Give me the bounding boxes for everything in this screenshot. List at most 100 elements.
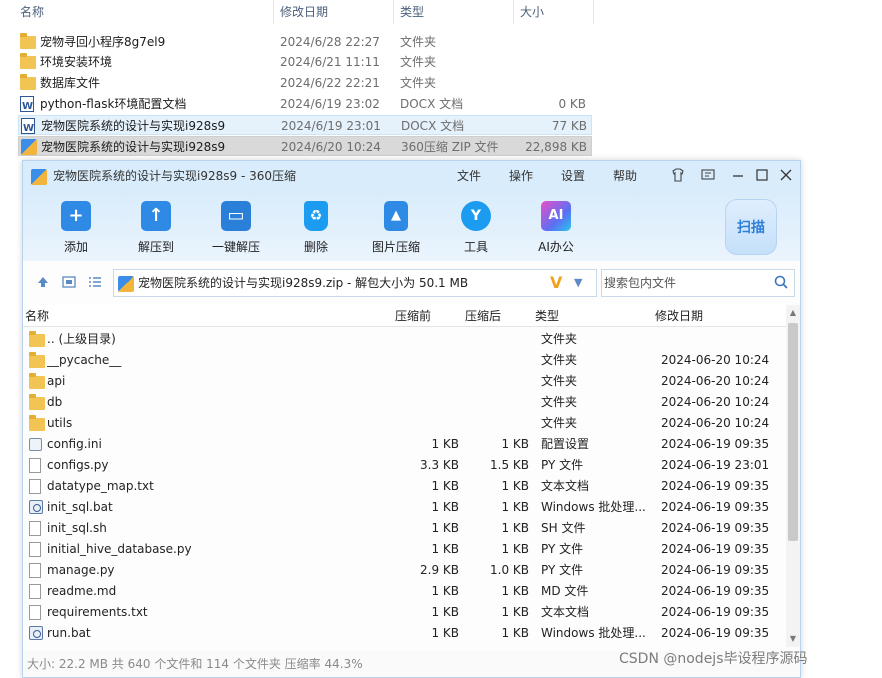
search-placeholder: 搜索包内文件 xyxy=(604,276,677,290)
folder-icon xyxy=(29,415,45,431)
archive-row[interactable]: initial_hive_database.py 1 KB 1 KB PY 文件 202… xyxy=(23,539,786,560)
column-type[interactable]: 类型 xyxy=(394,0,514,24)
folder-icon xyxy=(20,33,36,50)
minimize-icon[interactable] xyxy=(729,167,747,185)
file-type: PY 文件 xyxy=(541,542,584,556)
add-label: 添加 xyxy=(63,240,88,254)
file-type: 文件夹 xyxy=(541,395,578,409)
maximize-icon[interactable] xyxy=(753,167,771,185)
file-date: 2024/6/20 10:24 xyxy=(281,140,381,154)
config-file-icon xyxy=(29,437,43,452)
file-type: 360压缩 ZIP 文件 xyxy=(401,140,499,154)
vertical-scrollbar[interactable]: ▲ ▼ xyxy=(786,305,800,647)
file-name: init_sql.bat xyxy=(47,500,113,514)
column-type[interactable]: 类型 xyxy=(535,305,559,327)
explorer-row[interactable]: 数据库文件 2024/6/22 22:21 文件夹 xyxy=(18,73,592,93)
column-size-after[interactable]: 压缩后 xyxy=(465,305,501,327)
archive-row[interactable]: datatype_map.txt 1 KB 1 KB 文本文档 2024-06-19 0… xyxy=(23,476,786,497)
modified-date: 2024-06-19 09:35 xyxy=(661,626,770,640)
archive-row[interactable]: init_sql.sh 1 KB 1 KB SH 文件 2024-06-19 09:35 xyxy=(23,518,786,539)
column-size[interactable]: 大小 xyxy=(514,0,594,24)
menu-settings[interactable]: 设置 xyxy=(561,161,585,191)
one-click-extract-button[interactable]: ▭ 一键解压 xyxy=(201,201,271,255)
file-type: PY 文件 xyxy=(541,563,584,577)
explorer-row-selected[interactable]: 宠物医院系统的设计与实现i928s9 2024/6/20 10:24 360压缩… xyxy=(18,136,592,156)
file-date: 2024/6/22 22:21 xyxy=(280,76,380,90)
folder-icon xyxy=(29,331,45,347)
size-before: 1 KB xyxy=(431,584,459,598)
archive-row[interactable]: manage.py 2.9 KB 1.0 KB PY 文件 2024-06-19 09:… xyxy=(23,560,786,581)
search-input[interactable]: 搜索包内文件 xyxy=(601,269,795,297)
explorer-row-selected[interactable]: 宠物医院系统的设计与实现i928s9 2024/6/19 23:01 DOCX … xyxy=(18,115,592,139)
column-name[interactable]: 名称 xyxy=(14,0,274,24)
explorer-row[interactable]: 宠物寻回小程序8g7el9 2024/6/28 22:27 文件夹 xyxy=(18,32,592,52)
explorer-row[interactable]: python-flask环境配置文档 2024/6/19 23:02 DOCX … xyxy=(18,94,592,117)
archive-row[interactable]: __pycache__ 文件夹 2024-06-20 10:24 xyxy=(23,350,786,371)
size-before: 1 KB xyxy=(431,500,459,514)
column-date[interactable]: 修改日期 xyxy=(655,305,703,327)
column-size-before[interactable]: 压缩前 xyxy=(395,305,431,327)
archive-row[interactable]: requirements.txt 1 KB 1 KB 文本文档 2024-06-19 0… xyxy=(23,602,786,623)
extract-to-button[interactable]: ↑ 解压到 xyxy=(121,201,191,255)
vip-logo-icon[interactable]: V xyxy=(550,272,562,294)
file-name: requirements.txt xyxy=(47,605,148,619)
skin-icon[interactable] xyxy=(669,167,687,185)
size-before: 1 KB xyxy=(431,479,459,493)
column-date[interactable]: 修改日期 xyxy=(274,0,394,24)
archive-row[interactable]: config.ini 1 KB 1 KB 配置设置 2024-06-19 09:35 xyxy=(23,434,786,455)
file-type: 文件夹 xyxy=(400,35,437,49)
add-button[interactable]: + 添加 xyxy=(41,201,111,255)
title-bar[interactable]: 宠物医院系统的设计与实现i928s9 - 360压缩 文件 操作 设置 帮助 xyxy=(23,161,800,191)
feedback-icon[interactable] xyxy=(699,167,717,185)
file-size: 77 KB xyxy=(551,119,587,133)
zip-window: 宠物医院系统的设计与实现i928s9 - 360压缩 文件 操作 设置 帮助 +… xyxy=(22,160,801,678)
file-name: manage.py xyxy=(47,563,115,577)
file-type: Windows 批处理... xyxy=(541,626,645,640)
column-name[interactable]: 名称 xyxy=(25,305,49,327)
archive-row[interactable]: readme.md 1 KB 1 KB MD 文件 2024-06-19 09:35 xyxy=(23,581,786,602)
list-view-icon[interactable] xyxy=(87,275,103,289)
archive-row[interactable]: configs.py 3.3 KB 1.5 KB PY 文件 2024-06-19 23… xyxy=(23,455,786,476)
scan-button[interactable]: 扫描 xyxy=(725,199,777,255)
scroll-up-arrow[interactable]: ▲ xyxy=(786,307,800,319)
chevron-down-icon[interactable]: ▼ xyxy=(574,274,582,292)
up-arrow-icon[interactable] xyxy=(35,275,51,289)
archive-row[interactable]: .. (上级目录) 文件夹 xyxy=(23,329,786,350)
file-icon xyxy=(29,584,43,599)
size-before: 1 KB xyxy=(431,605,459,619)
file-name: init_sql.sh xyxy=(47,521,107,535)
file-name: db xyxy=(47,395,63,409)
file-type: MD 文件 xyxy=(541,584,589,598)
file-name: datatype_map.txt xyxy=(47,479,154,493)
file-icon xyxy=(29,542,43,557)
archive-row[interactable]: run.bat 1 KB 1 KB Windows 批处理... 2024-06-19 … xyxy=(23,623,786,644)
menu-help[interactable]: 帮助 xyxy=(613,161,637,191)
tools-button[interactable]: Y 工具 xyxy=(441,201,511,255)
file-name: initial_hive_database.py xyxy=(47,542,192,556)
file-name: python-flask环境配置文档 xyxy=(40,97,187,111)
thumbnail-view-icon[interactable] xyxy=(61,275,77,289)
search-icon[interactable] xyxy=(774,275,788,289)
size-after: 1 KB xyxy=(501,479,529,493)
archive-row[interactable]: api 文件夹 2024-06-20 10:24 xyxy=(23,371,786,392)
explorer-row[interactable]: 环境安装环境 2024/6/21 11:11 文件夹 xyxy=(18,52,592,72)
scroll-down-arrow[interactable]: ▼ xyxy=(786,633,800,645)
menu-operation[interactable]: 操作 xyxy=(509,161,533,191)
menu-file[interactable]: 文件 xyxy=(457,161,481,191)
scrollbar-thumb[interactable] xyxy=(788,323,798,541)
file-name: .. (上级目录) xyxy=(47,332,116,346)
archive-path-field[interactable]: 宠物医院系统的设计与实现i928s9.zip - 解包大小为 50.1 MB V… xyxy=(113,269,597,297)
archive-row[interactable]: db 文件夹 2024-06-20 10:24 xyxy=(23,392,786,413)
delete-button[interactable]: ♻ 删除 xyxy=(281,201,351,255)
word-document-icon xyxy=(21,118,37,139)
image-compress-button[interactable]: ▲ 图片压缩 xyxy=(361,201,431,255)
ai-office-button[interactable]: AI AI办公 xyxy=(521,201,591,255)
close-icon[interactable] xyxy=(777,167,795,185)
archive-row[interactable]: init_sql.bat 1 KB 1 KB Windows 批处理... 2024-0… xyxy=(23,497,786,518)
archive-row[interactable]: utils 文件夹 2024-06-20 10:24 xyxy=(23,413,786,434)
app-icon xyxy=(31,169,47,185)
file-name: run.bat xyxy=(47,626,91,640)
word-document-icon xyxy=(20,96,36,117)
folder-icon xyxy=(29,352,45,368)
delete-label: 删除 xyxy=(303,240,328,254)
